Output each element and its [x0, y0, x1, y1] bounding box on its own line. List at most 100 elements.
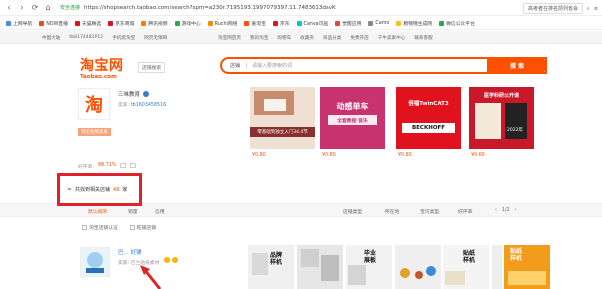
product-caption-3: BECKHOFF — [411, 125, 446, 131]
filter-shop-type[interactable]: 店铺类型 — [343, 208, 362, 215]
shop2-name[interactable]: 巴... 好铺 — [118, 248, 142, 256]
shop2-thumb-6[interactable] — [492, 245, 502, 289]
bookmark-item[interactable]: Ruchi网络 — [207, 20, 237, 27]
bookmark-item[interactable]: 天猫精选 — [74, 20, 101, 27]
rating-icon — [130, 163, 137, 168]
top-nav-left-item[interactable]: 手机逛淘宝 — [112, 35, 135, 41]
product-headline-4: 医学科研公开课 — [483, 93, 519, 99]
menu-icon[interactable]: ≡ — [594, 6, 598, 12]
top-nav-right-item[interactable]: 免费开店 — [350, 35, 368, 41]
filter-verified-label: 淘宝店铺认证 — [89, 226, 118, 231]
top-nav-left-item[interactable]: 中国大陆 — [42, 35, 60, 41]
bookmark-item[interactable]: NOW直播 — [39, 20, 68, 27]
browser-search-hint[interactable]: 高考者在排名前列省会 — [522, 3, 583, 14]
browser-address-bar: ‹ › ⟳ ⌂ 安全连接 https://shopsearch.taobao.c… — [0, 0, 602, 16]
bookmark-item[interactable]: 微信公众平台 — [439, 20, 475, 27]
seller-name[interactable]: tb1603458516 — [131, 103, 166, 108]
next-page-icon[interactable]: › — [515, 208, 517, 213]
product-thumb-1[interactable]: 零基础到独立入门34.4节 — [250, 87, 315, 149]
search-category[interactable]: 店铺 — [222, 62, 248, 69]
product-thumb-2[interactable]: 动感单车 全套教程·音乐 — [320, 87, 385, 149]
search-button[interactable]: 搜 索 — [487, 57, 547, 74]
rating-value: 98.71% — [98, 163, 117, 168]
bookmark-item[interactable]: 粮锦锦生成网 — [396, 20, 432, 27]
bookmark-label: 微信公众平台 — [446, 21, 475, 27]
shop-name-text[interactable]: 三味教育 — [118, 90, 140, 98]
shop2-thumb-4[interactable] — [395, 245, 441, 289]
product-image-3 — [396, 87, 461, 149]
bookmark-item[interactable]: 觉醒应用 — [335, 20, 361, 27]
refresh-icon[interactable]: ⟳ — [30, 3, 40, 13]
arrow-annotation-icon — [140, 265, 162, 289]
shop-avatar[interactable]: 淘 — [78, 88, 110, 120]
search-icon[interactable]: ⌕ — [587, 6, 590, 12]
bookmark-item[interactable]: 京东商城 — [108, 20, 134, 27]
filter-rating[interactable]: 好评率 — [458, 208, 472, 215]
top-nav-right-item[interactable]: 我的淘宝 — [250, 35, 268, 41]
bookmark-icon — [6, 20, 11, 26]
top-nav-right-item[interactable]: 商品分类 — [323, 35, 341, 41]
top-nav-left-item[interactable]: 网页无障碍 — [144, 35, 167, 41]
top-nav-right-item[interactable]: 购物车 — [277, 35, 291, 41]
bookmark-item[interactable]: 上网导航 — [6, 20, 32, 27]
rating-icon — [120, 163, 127, 168]
bookmarks-bar: 上网导航 NOW直播 天猫精选 京东商城 腾讯视频 游戏中心 Ruchi网络 爱淘宝 京东 Can… — [0, 17, 602, 30]
leaf-icon: ❧ — [67, 186, 73, 193]
product-caption-1: 零基础到独立入门34.4节 — [257, 130, 308, 135]
product-thumb-4[interactable]: 医学科研公开课 2022年 — [469, 87, 534, 149]
bookmark-icon — [272, 20, 278, 26]
bookmark-item[interactable]: Canva可画 — [296, 20, 329, 27]
filter-store[interactable]: 旺铺店铺 — [129, 224, 156, 231]
checkbox-icon[interactable] — [129, 225, 135, 230]
product-thumb-3[interactable]: 倍福TwinCAT3 BECKHOFF — [396, 87, 461, 149]
shop2-thumb-3[interactable]: 毕业 展板 — [346, 245, 392, 289]
shop2-thumb-2[interactable] — [297, 245, 343, 289]
bookmark-label: Canva可画 — [303, 21, 329, 27]
shop2-thumb-7[interactable]: 贴纸 样机 — [504, 245, 550, 289]
search-input[interactable]: 请输入要搜索的词 — [247, 62, 292, 69]
shop2-thumb-1[interactable]: 品牌 样机 — [248, 245, 294, 289]
checkbox-icon[interactable] — [82, 225, 87, 230]
top-nav-right-item[interactable]: 收藏夹 — [300, 35, 314, 41]
taobao-logo[interactable]: 淘宝网 Taobao.com — [80, 55, 124, 80]
top-nav-right-item[interactable]: 淘宝网首页 — [218, 35, 241, 41]
shop-avatar-glyph: 淘 — [85, 95, 103, 116]
bookmark-icon — [207, 20, 213, 26]
shop2-avatar[interactable] — [80, 247, 110, 277]
bookmark-icon — [74, 20, 80, 26]
bookmark-label: 京东 — [279, 21, 290, 27]
bookmark-item[interactable]: 爱淘宝 — [244, 20, 266, 27]
verified-icon — [143, 91, 150, 97]
bookmark-item[interactable]: 游戏中心 — [174, 20, 201, 27]
bookmark-label: Camo — [375, 20, 390, 26]
bookmark-label: 觉醒应用 — [342, 21, 362, 27]
top-nav-right-item[interactable]: 千牛卖家中心 — [378, 35, 406, 41]
bookmark-icon — [396, 20, 402, 26]
filter-location[interactable]: 所在地 — [385, 208, 399, 215]
url-field[interactable]: https://shopsearch.taobao.com/search?spm… — [84, 5, 336, 11]
forward-icon[interactable]: › — [17, 3, 27, 13]
bookmark-item[interactable]: Camo — [368, 20, 390, 26]
filter-item-type[interactable]: 宝贝类型 — [420, 208, 439, 215]
product-price-1: ¥0.80 — [252, 153, 266, 158]
shop2-thumb-5[interactable]: 贴纸 样机 — [443, 245, 489, 289]
shop-label-badge: 淘宝金牌卖家 — [78, 128, 111, 136]
shop2-name-text[interactable]: 巴... 好铺 — [118, 248, 142, 256]
home-icon[interactable]: ⌂ — [43, 3, 53, 13]
top-nav-left-item[interactable]: tb8174481P12 — [69, 35, 103, 41]
top-nav-right-item[interactable]: 联系客服 — [414, 35, 432, 41]
bookmark-item[interactable]: 京东 — [272, 20, 290, 27]
shop-search-tag: 店铺搜索 — [138, 62, 166, 73]
logo-en: Taobao.com — [80, 74, 117, 80]
back-icon[interactable]: ‹ — [4, 3, 14, 13]
tab-default[interactable]: 默认排序 — [88, 208, 107, 215]
tab-sales[interactable]: 销量 — [128, 208, 138, 215]
filter-verified[interactable]: 淘宝店铺认证 — [82, 224, 118, 231]
bookmark-item[interactable]: 腾讯视频 — [141, 20, 168, 27]
shop2-thumb-3-text: 毕业 展板 — [364, 250, 377, 264]
prev-page-icon[interactable]: ‹ — [495, 208, 497, 213]
logo-cn: 淘宝网 — [80, 58, 124, 74]
tab-credit[interactable]: 信用 — [155, 208, 165, 215]
bookmark-icon — [141, 20, 147, 26]
shop-name[interactable]: 三味教育 — [118, 90, 150, 98]
